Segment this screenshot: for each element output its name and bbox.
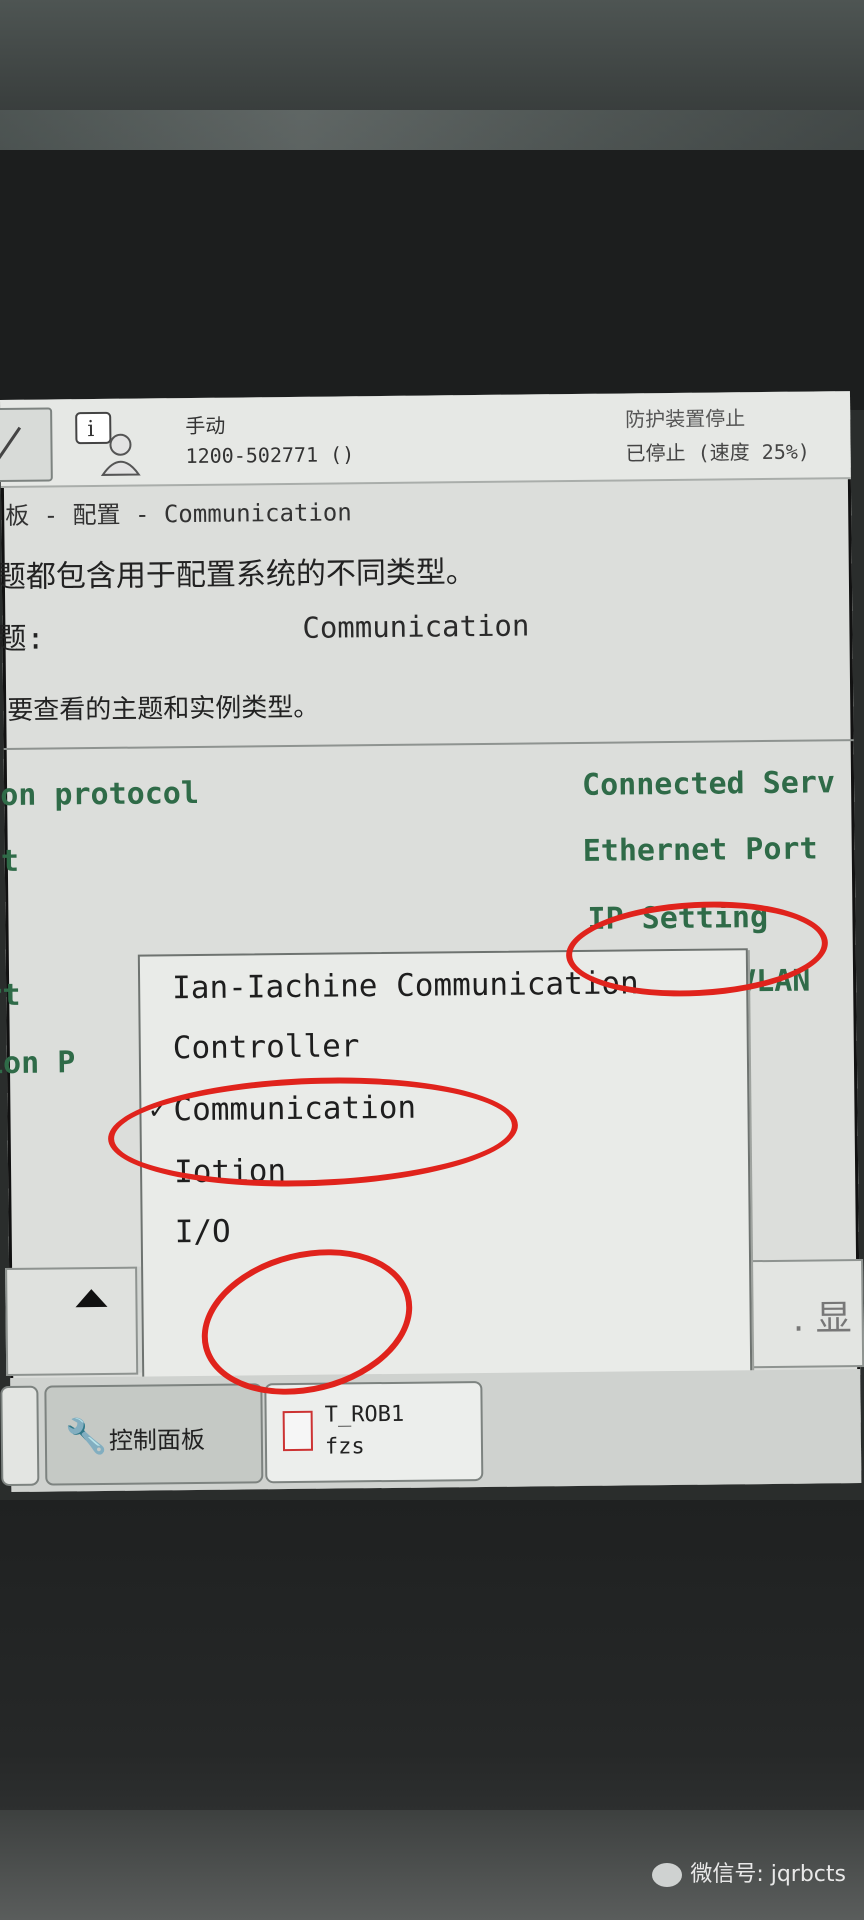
divider: [3, 739, 854, 750]
taskbar-item-control-panel[interactable]: 🔧 控制面板: [44, 1383, 264, 1486]
event-log-icon[interactable]: i: [72, 408, 153, 479]
menu-item-communication[interactable]: Communication: [173, 1090, 416, 1129]
menu-item-man-machine-communication[interactable]: Ian-Iachine Communication: [172, 965, 639, 1006]
safety-status: 防护装置停止: [625, 406, 746, 432]
type-item[interactable]: sion P: [0, 1045, 76, 1081]
menu-icon: [0, 426, 22, 464]
type-item-vlan[interactable]: VLAN: [738, 964, 811, 1000]
watermark-text: 微信号: jqrbcts: [690, 1862, 846, 1887]
watermark: 微信号: jqrbcts: [652, 1856, 846, 1888]
current-topic-label: 题:: [0, 621, 45, 658]
program-icon: [282, 1410, 314, 1452]
check-icon: ✓: [149, 1092, 167, 1126]
task-name: T_ROB1: [324, 1401, 405, 1428]
menu-item-io[interactable]: I/O: [175, 1214, 231, 1251]
screen-bezel-top: [0, 150, 864, 410]
controller-id: 1200-502771 (): [185, 442, 355, 469]
page-description: 题都包含用于配置系统的不同类型。: [0, 555, 477, 596]
taskbar-item-previous[interactable]: [0, 1385, 40, 1487]
breadcrumb: 板 - 配置 - Communication: [5, 498, 352, 530]
taskbar-item-program[interactable]: T_ROB1 fzs: [264, 1381, 484, 1484]
current-topic-value: Communication: [302, 608, 530, 645]
type-item-ip-setting[interactable]: IP Setting: [587, 900, 768, 937]
taskbar: 🔧 控制面板 T_ROB1 fzs: [0, 1369, 862, 1492]
menu-item-motion[interactable]: Iotion: [174, 1153, 286, 1190]
up-arrow-icon: [75, 1288, 108, 1308]
control-panel-label: 控制面板: [108, 1425, 206, 1455]
type-item[interactable]: ort: [0, 978, 21, 1014]
scroll-up-button[interactable]: [5, 1266, 139, 1376]
type-item[interactable]: ent: [0, 844, 19, 880]
module-name: fzs: [324, 1434, 365, 1460]
main-menu-button[interactable]: [0, 407, 53, 483]
wrench-icon: 🔧: [64, 1416, 108, 1458]
type-item[interactable]: tion protocol: [0, 776, 199, 813]
status-header: i 手动 1200-502771 () 防护装置停止 已停止 (速度 25%): [0, 391, 851, 488]
menu-item-controller[interactable]: Controller: [173, 1028, 360, 1066]
svg-text:i: i: [87, 417, 94, 442]
wechat-icon: [652, 1863, 683, 1887]
type-item-ethernet-port[interactable]: Ethernet Port: [583, 831, 818, 868]
flexpendant-screen: i 手动 1200-502771 () 防护装置停止 已停止 (速度 25%) …: [0, 391, 864, 1492]
type-item-connected-service[interactable]: Connected Serv: [582, 765, 835, 803]
run-status: 已停止 (速度 25%): [625, 439, 811, 466]
operating-mode: 手动: [185, 413, 226, 439]
instruction-text: 要查看的主题和实例类型。: [7, 692, 320, 726]
show-all-label: . 显: [792, 1298, 852, 1340]
